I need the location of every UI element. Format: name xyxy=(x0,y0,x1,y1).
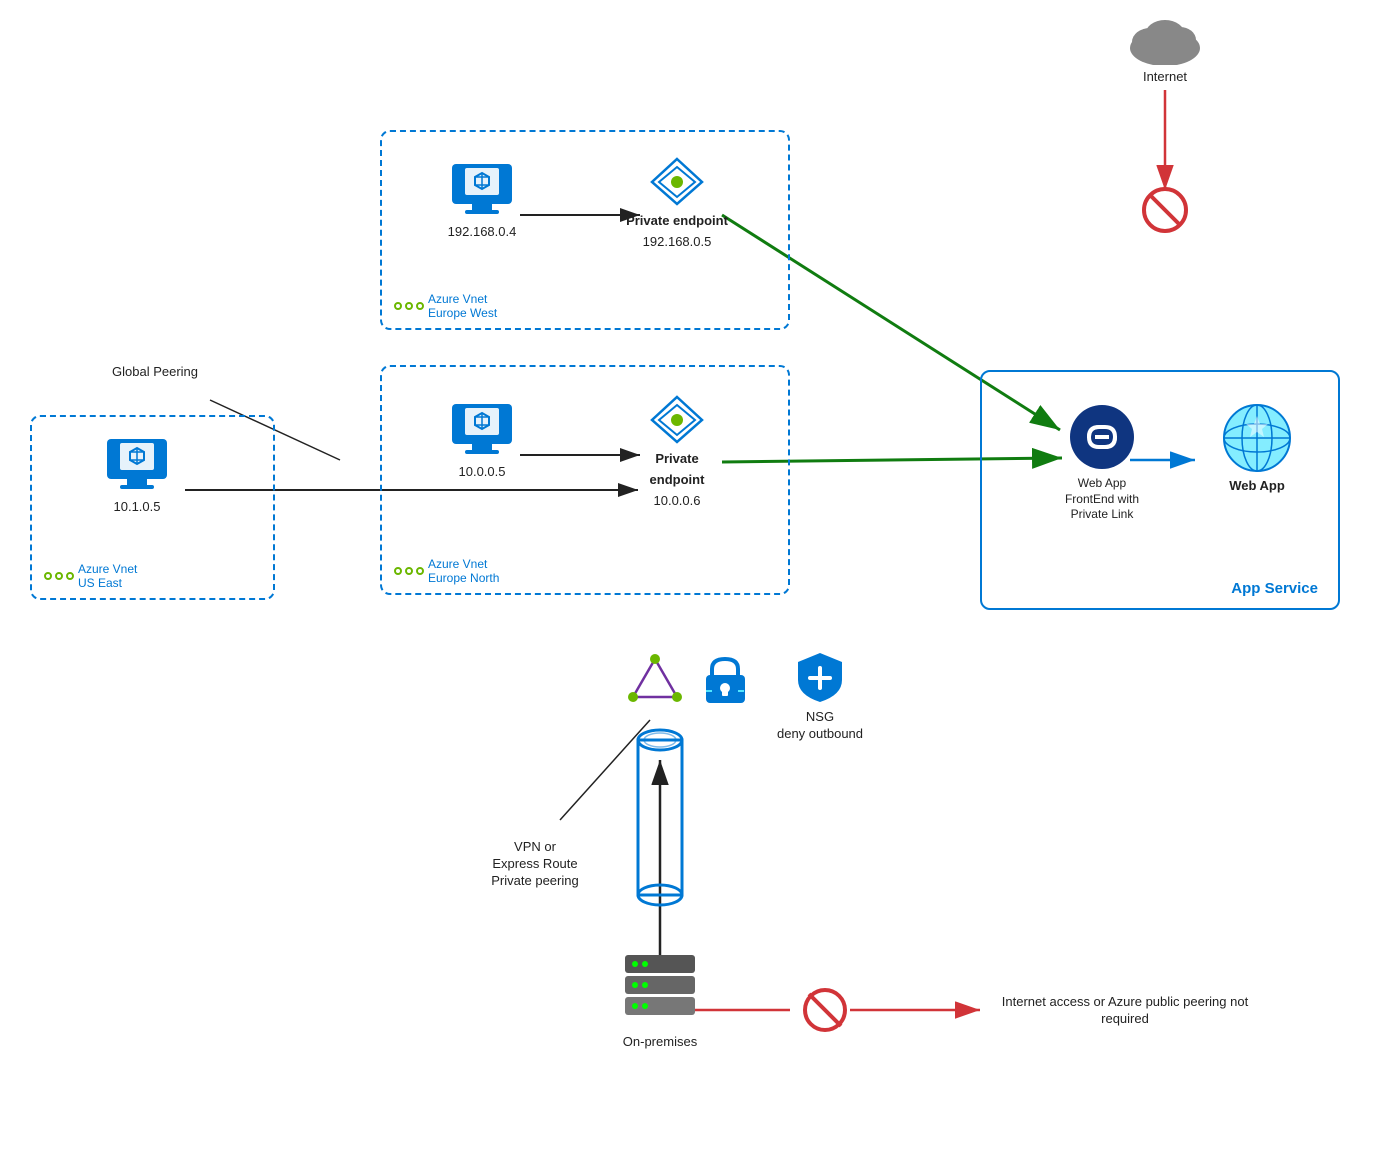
cloud-icon xyxy=(1125,10,1205,65)
no-sign-internet xyxy=(1141,186,1189,234)
webapp-frontend-node: Web AppFrontEnd withPrivate Link xyxy=(1042,402,1162,523)
internet-node: Internet xyxy=(1105,10,1225,86)
vpn-cylinder xyxy=(630,720,690,920)
vpn-gateway-icon xyxy=(695,650,755,710)
vnet-europe-west-box: 192.168.0.4 Private endpoint 192.168.0.5… xyxy=(380,130,790,330)
vpn-cylinder-icon xyxy=(633,720,688,920)
vnet-eu-north-label: Azure VnetEurope North xyxy=(394,557,499,585)
pe-eu-west-label: Private endpoint xyxy=(626,213,728,230)
pe-eu-north-label1: Private xyxy=(655,451,698,468)
nsg-node: NSGdeny outbound xyxy=(760,650,880,743)
pe-eu-north-ip: 10.0.0.6 xyxy=(654,493,701,510)
vpn-lock-icon xyxy=(698,653,753,708)
no-sign-onpremises xyxy=(802,987,848,1033)
vm-us-east-node: 10.1.0.5 xyxy=(92,437,182,516)
internet-access-text: Internet access or Azure public peering … xyxy=(985,994,1265,1028)
vm-eu-north-label: 10.0.0.5 xyxy=(459,464,506,481)
vnet-eu-west-label: Azure VnetEurope West xyxy=(394,292,497,320)
vm-us-east-label: 10.1.0.5 xyxy=(114,499,161,516)
monitor-eu-north-icon xyxy=(447,402,517,460)
nsg-label: NSGdeny outbound xyxy=(777,709,863,743)
webapp-frontend-label: Web AppFrontEnd withPrivate Link xyxy=(1065,476,1139,523)
webapp-node: Web App xyxy=(1202,402,1312,495)
vnet-us-east-box: 10.1.0.5 Azure VnetUS East xyxy=(30,415,275,600)
vm-eu-west-label: 192.168.0.4 xyxy=(448,224,517,241)
vnet-us-east-label: Azure VnetUS East xyxy=(44,562,137,590)
onpremises-icon xyxy=(610,950,710,1030)
vpn-label: VPN orExpress RoutePrivate peering xyxy=(460,835,610,890)
vm-eu-north-node: 10.0.0.5 xyxy=(437,402,527,481)
pe-eu-north-icon xyxy=(647,392,707,447)
vpn-text: VPN orExpress RoutePrivate peering xyxy=(491,839,578,890)
pe-eu-west-icon xyxy=(647,154,707,209)
vnet-eu-west-name: Azure VnetEurope West xyxy=(428,292,497,320)
vnet-europe-north-box: 10.0.0.5 Private endpoint 10.0.0.6 Azure… xyxy=(380,365,790,595)
onpremises-label: On-premises xyxy=(623,1034,697,1051)
app-service-label-container: App Service xyxy=(1231,580,1318,598)
vnet-us-east-name: Azure VnetUS East xyxy=(78,562,137,590)
architecture-diagram: Internet 192.168.0.4 xyxy=(0,0,1387,1172)
monitor-us-east-icon xyxy=(102,437,172,495)
vm-eu-west-node: 192.168.0.4 xyxy=(437,162,527,241)
monitor-eu-west-icon xyxy=(447,162,517,220)
internet-label: Internet xyxy=(1143,69,1187,86)
app-service-box: Web AppFrontEnd withPrivate Link Web App… xyxy=(980,370,1340,610)
nsg-shield-icon xyxy=(795,650,845,705)
webapp-icon xyxy=(1220,402,1295,474)
pe-eu-north-node: Private endpoint 10.0.0.6 xyxy=(622,392,732,510)
internet-blocked-icon xyxy=(1140,185,1190,235)
internet-access-label: Internet access or Azure public peering … xyxy=(985,990,1265,1028)
webapp-frontend-icon xyxy=(1067,402,1137,472)
onpremises-node: On-premises xyxy=(600,950,720,1051)
webapp-label: Web App xyxy=(1229,478,1285,495)
pe-eu-west-node: Private endpoint 192.168.0.5 xyxy=(622,154,732,251)
route-triangle-icon xyxy=(623,649,688,707)
global-peering-text: Global Peering xyxy=(112,364,198,381)
onpremises-blocked-icon xyxy=(800,985,850,1035)
global-peering-label: Global Peering xyxy=(90,360,220,381)
vnet-eu-north-name: Azure VnetEurope North xyxy=(428,557,499,585)
pe-eu-north-label2: endpoint xyxy=(650,472,705,489)
pe-eu-west-ip: 192.168.0.5 xyxy=(643,234,712,251)
app-service-label: App Service xyxy=(1231,580,1318,597)
route-icon xyxy=(620,648,690,708)
